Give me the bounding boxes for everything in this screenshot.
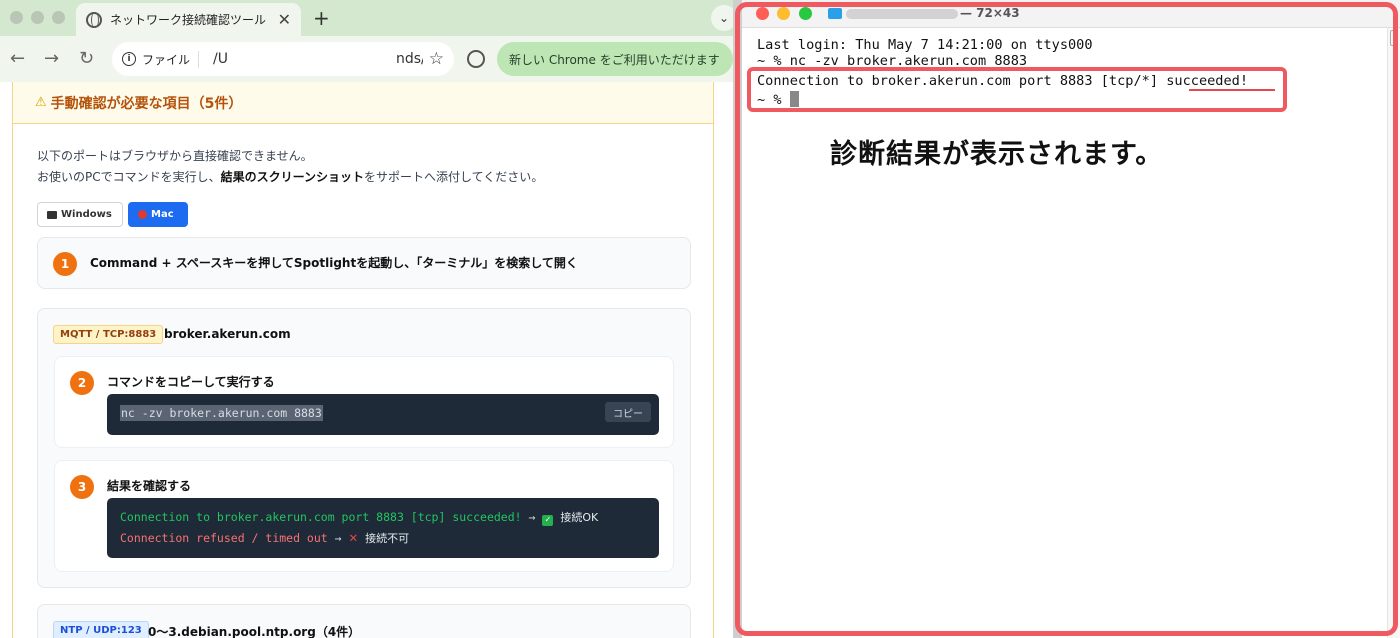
terminal-cursor xyxy=(789,91,799,107)
terminal-titlebar: — 72×43 xyxy=(742,0,1400,28)
section-title: 手動確認が必要な項目（5件） xyxy=(50,95,243,112)
new-tab-button[interactable]: + xyxy=(313,6,330,30)
tab-strip: ネットワーク接続確認ツール ✕ + ⌄ xyxy=(0,0,733,36)
scheme-label: ファイル xyxy=(142,50,200,68)
globe-icon xyxy=(86,11,102,28)
terminal-close-button[interactable] xyxy=(756,7,769,20)
terminal-size-label: — 72×43 xyxy=(960,6,1020,20)
command-block[interactable]: nc -zv broker.akerun.com 8883 コピー xyxy=(107,394,659,435)
warning-icon: ⚠ xyxy=(35,95,47,110)
folder-icon xyxy=(828,8,842,19)
manual-check-card: ⚠ 手動確認が必要な項目（5件） 以下のポートはブラウザから直接確認できません。… xyxy=(12,82,714,638)
result-ng-line: Connection refused / timed out → ✕ 接続不可 xyxy=(120,531,410,545)
intro-line-2: お使いのPCでコマンドを実行し、結果のスクリーンショットをサポートへ添付してくだ… xyxy=(37,170,544,184)
step-2-text: コマンドをコピーして実行する xyxy=(107,375,275,389)
terminal-minimize-button[interactable] xyxy=(777,7,790,20)
browser-toolbar: ← → ↻ i ファイル /U nds/... ☆ 新しい Chrome をご利… xyxy=(0,36,733,82)
url-text[interactable]: /U nds/... xyxy=(213,51,423,67)
info-icon[interactable]: i xyxy=(122,52,136,66)
terminal-line-login: Last login: Thu May 7 14:21:00 on ttys00… xyxy=(757,37,1093,53)
command-text[interactable]: nc -zv broker.akerun.com 8883 xyxy=(120,405,323,421)
cross-icon: ✕ xyxy=(348,531,359,545)
browser-window: ネットワーク接続確認ツール ✕ + ⌄ ← → ↻ i ファイル /U nds/… xyxy=(0,0,733,638)
terminal-zoom-button[interactable] xyxy=(799,7,812,20)
profile-icon[interactable] xyxy=(467,50,485,68)
terminal-window: — 72×43 Last login: Thu May 7 14:21:00 o… xyxy=(742,0,1400,638)
update-label: 新しい Chrome をご利用いただけます xyxy=(509,52,720,67)
intro-text: 以下のポートはブラウザから直接確認できません。 お使いのPCでコマンドを実行し、… xyxy=(37,146,543,188)
tab-search-button[interactable]: ⌄ xyxy=(711,5,733,31)
back-button[interactable]: ← xyxy=(10,48,25,69)
reload-button[interactable]: ↻ xyxy=(79,48,94,69)
step-2-badge: 2 xyxy=(70,371,94,395)
terminal-line-result: Connection to broker.akerun.com port 888… xyxy=(757,73,1249,89)
ntp-host: 0〜3.debian.pool.ntp.org（4件） xyxy=(148,625,361,638)
chrome-update-button[interactable]: 新しい Chrome をご利用いただけます ⋮ xyxy=(497,42,733,76)
window-minimize-button[interactable] xyxy=(31,11,44,24)
result-block: Connection to broker.akerun.com port 888… xyxy=(107,498,659,558)
step-3-box: 3 結果を確認する Connection to broker.akerun.co… xyxy=(54,460,674,572)
window-close-button[interactable] xyxy=(10,11,23,24)
mqtt-port-block: MQTT / TCP:8883 broker.akerun.com 2 コマンド… xyxy=(37,308,691,588)
bookmark-star-icon[interactable]: ☆ xyxy=(429,49,444,69)
terminal-body[interactable]: Last login: Thu May 7 14:21:00 on ttys00… xyxy=(742,28,1387,638)
tab-network-check[interactable]: ネットワーク接続確認ツール ✕ xyxy=(76,3,301,36)
step-1-box: 1 Command + スペースキーを押してSpotlightを起動し、「ターミ… xyxy=(37,237,691,289)
forward-button[interactable]: → xyxy=(44,48,59,69)
terminal-scrollbar[interactable] xyxy=(1387,28,1400,638)
mqtt-host: broker.akerun.com xyxy=(164,327,291,341)
step-1-text: Command + スペースキーを押してSpotlightを起動し、「ターミナル… xyxy=(90,256,578,270)
terminal-line-command: ~ % nc -zv broker.akerun.com 8883 xyxy=(757,53,1028,65)
terminal-scroll-thumb[interactable] xyxy=(1390,30,1397,46)
terminal-line-prompt: ~ % xyxy=(757,91,799,108)
address-bar[interactable]: i ファイル /U nds/... ☆ xyxy=(112,42,454,76)
mac-tab-button[interactable]: Mac xyxy=(128,202,188,227)
copy-button[interactable]: コピー xyxy=(605,402,651,422)
ntp-port-tag: NTP / UDP:123 xyxy=(53,621,149,638)
ntp-port-block: NTP / UDP:123 0〜3.debian.pool.ntp.org（4件… xyxy=(37,604,691,638)
check-icon: ✓ xyxy=(542,515,554,526)
step-1-badge: 1 xyxy=(53,252,77,276)
card-header: ⚠ 手動確認が必要な項目（5件） xyxy=(13,82,713,124)
step-2-box: 2 コマンドをコピーして実行する nc -zv broker.akerun.co… xyxy=(54,356,674,448)
succeeded-underline xyxy=(1189,89,1275,91)
mqtt-port-tag: MQTT / TCP:8883 xyxy=(53,325,164,344)
computer-icon xyxy=(47,210,57,219)
tab-close-icon[interactable]: ✕ xyxy=(278,10,291,29)
window-zoom-button[interactable] xyxy=(52,11,65,24)
page-viewport: ⚠ 手動確認が必要な項目（5件） 以下のポートはブラウザから直接確認できません。… xyxy=(0,82,733,638)
apple-icon xyxy=(138,210,147,219)
tab-title: ネットワーク接続確認ツール xyxy=(110,13,267,27)
windows-tab-button[interactable]: Windows xyxy=(37,202,123,227)
step-3-badge: 3 xyxy=(70,475,94,499)
terminal-title-redacted xyxy=(846,9,958,19)
annotation-caption: 診断結果が表示されます。 xyxy=(830,139,1164,170)
step-3-text: 結果を確認する xyxy=(107,479,192,493)
intro-line-1: 以下のポートはブラウザから直接確認できません。 xyxy=(37,149,313,163)
result-ok-line: Connection to broker.akerun.com port 888… xyxy=(120,510,599,526)
